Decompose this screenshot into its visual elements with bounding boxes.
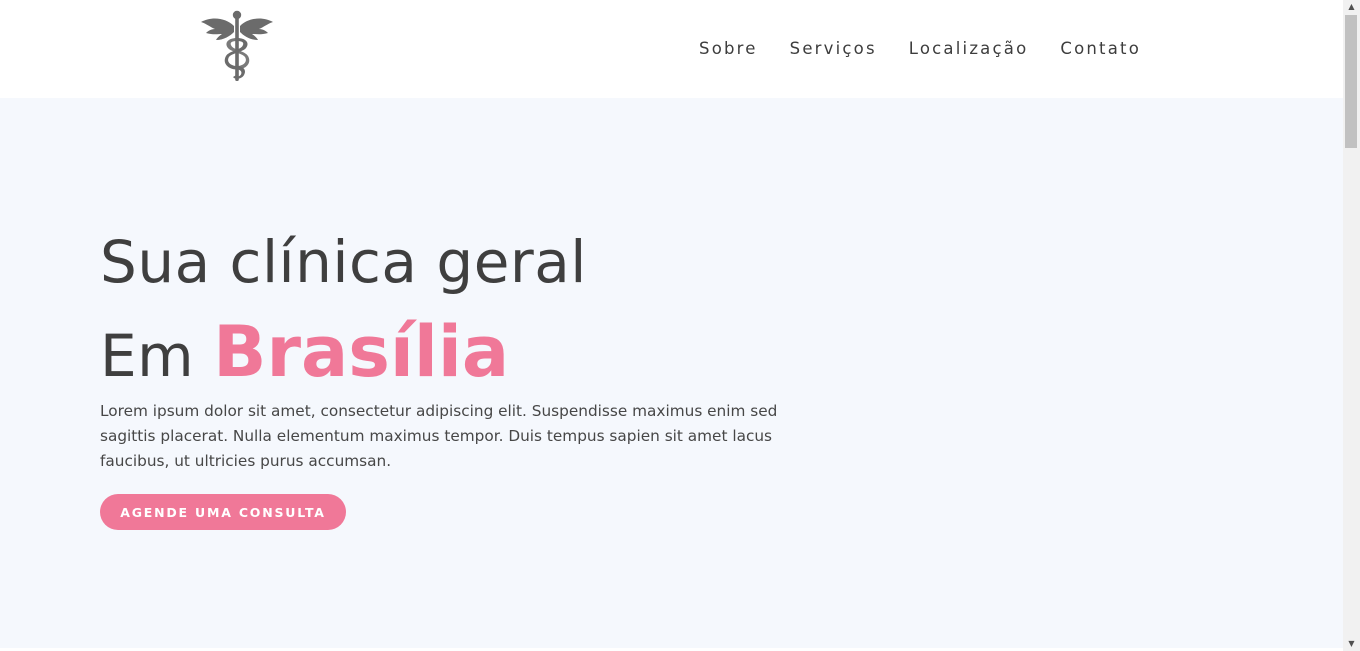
site-header: Sobre Serviços Localização Contato <box>0 0 1343 98</box>
hero-title-line2: Em Brasília <box>100 310 509 398</box>
hero-description: Lorem ipsum dolor sit amet, consectetur … <box>100 402 778 470</box>
hero-title-prefix: Em <box>100 322 195 390</box>
hero-title-line1: Sua clínica geral <box>100 228 587 296</box>
nav-link-localizacao[interactable]: Localização <box>909 38 1029 60</box>
logo[interactable] <box>200 10 274 84</box>
page-scrollbar[interactable]: ▲ ▼ <box>1343 0 1360 651</box>
caduceus-icon <box>201 10 273 81</box>
scroll-down-arrow-icon[interactable]: ▼ <box>1343 637 1360 651</box>
nav-link-servicos[interactable]: Serviços <box>790 38 877 60</box>
scrollbar-thumb[interactable] <box>1345 15 1357 148</box>
nav-link-contato[interactable]: Contato <box>1060 38 1141 60</box>
hero-title-accent: Brasília <box>213 311 510 393</box>
nav-link-sobre[interactable]: Sobre <box>699 38 758 60</box>
main-nav: Sobre Serviços Localização Contato <box>699 38 1141 60</box>
schedule-appointment-button[interactable]: AGENDE UMA CONSULTA <box>100 494 346 530</box>
scroll-up-arrow-icon[interactable]: ▲ <box>1343 0 1360 14</box>
